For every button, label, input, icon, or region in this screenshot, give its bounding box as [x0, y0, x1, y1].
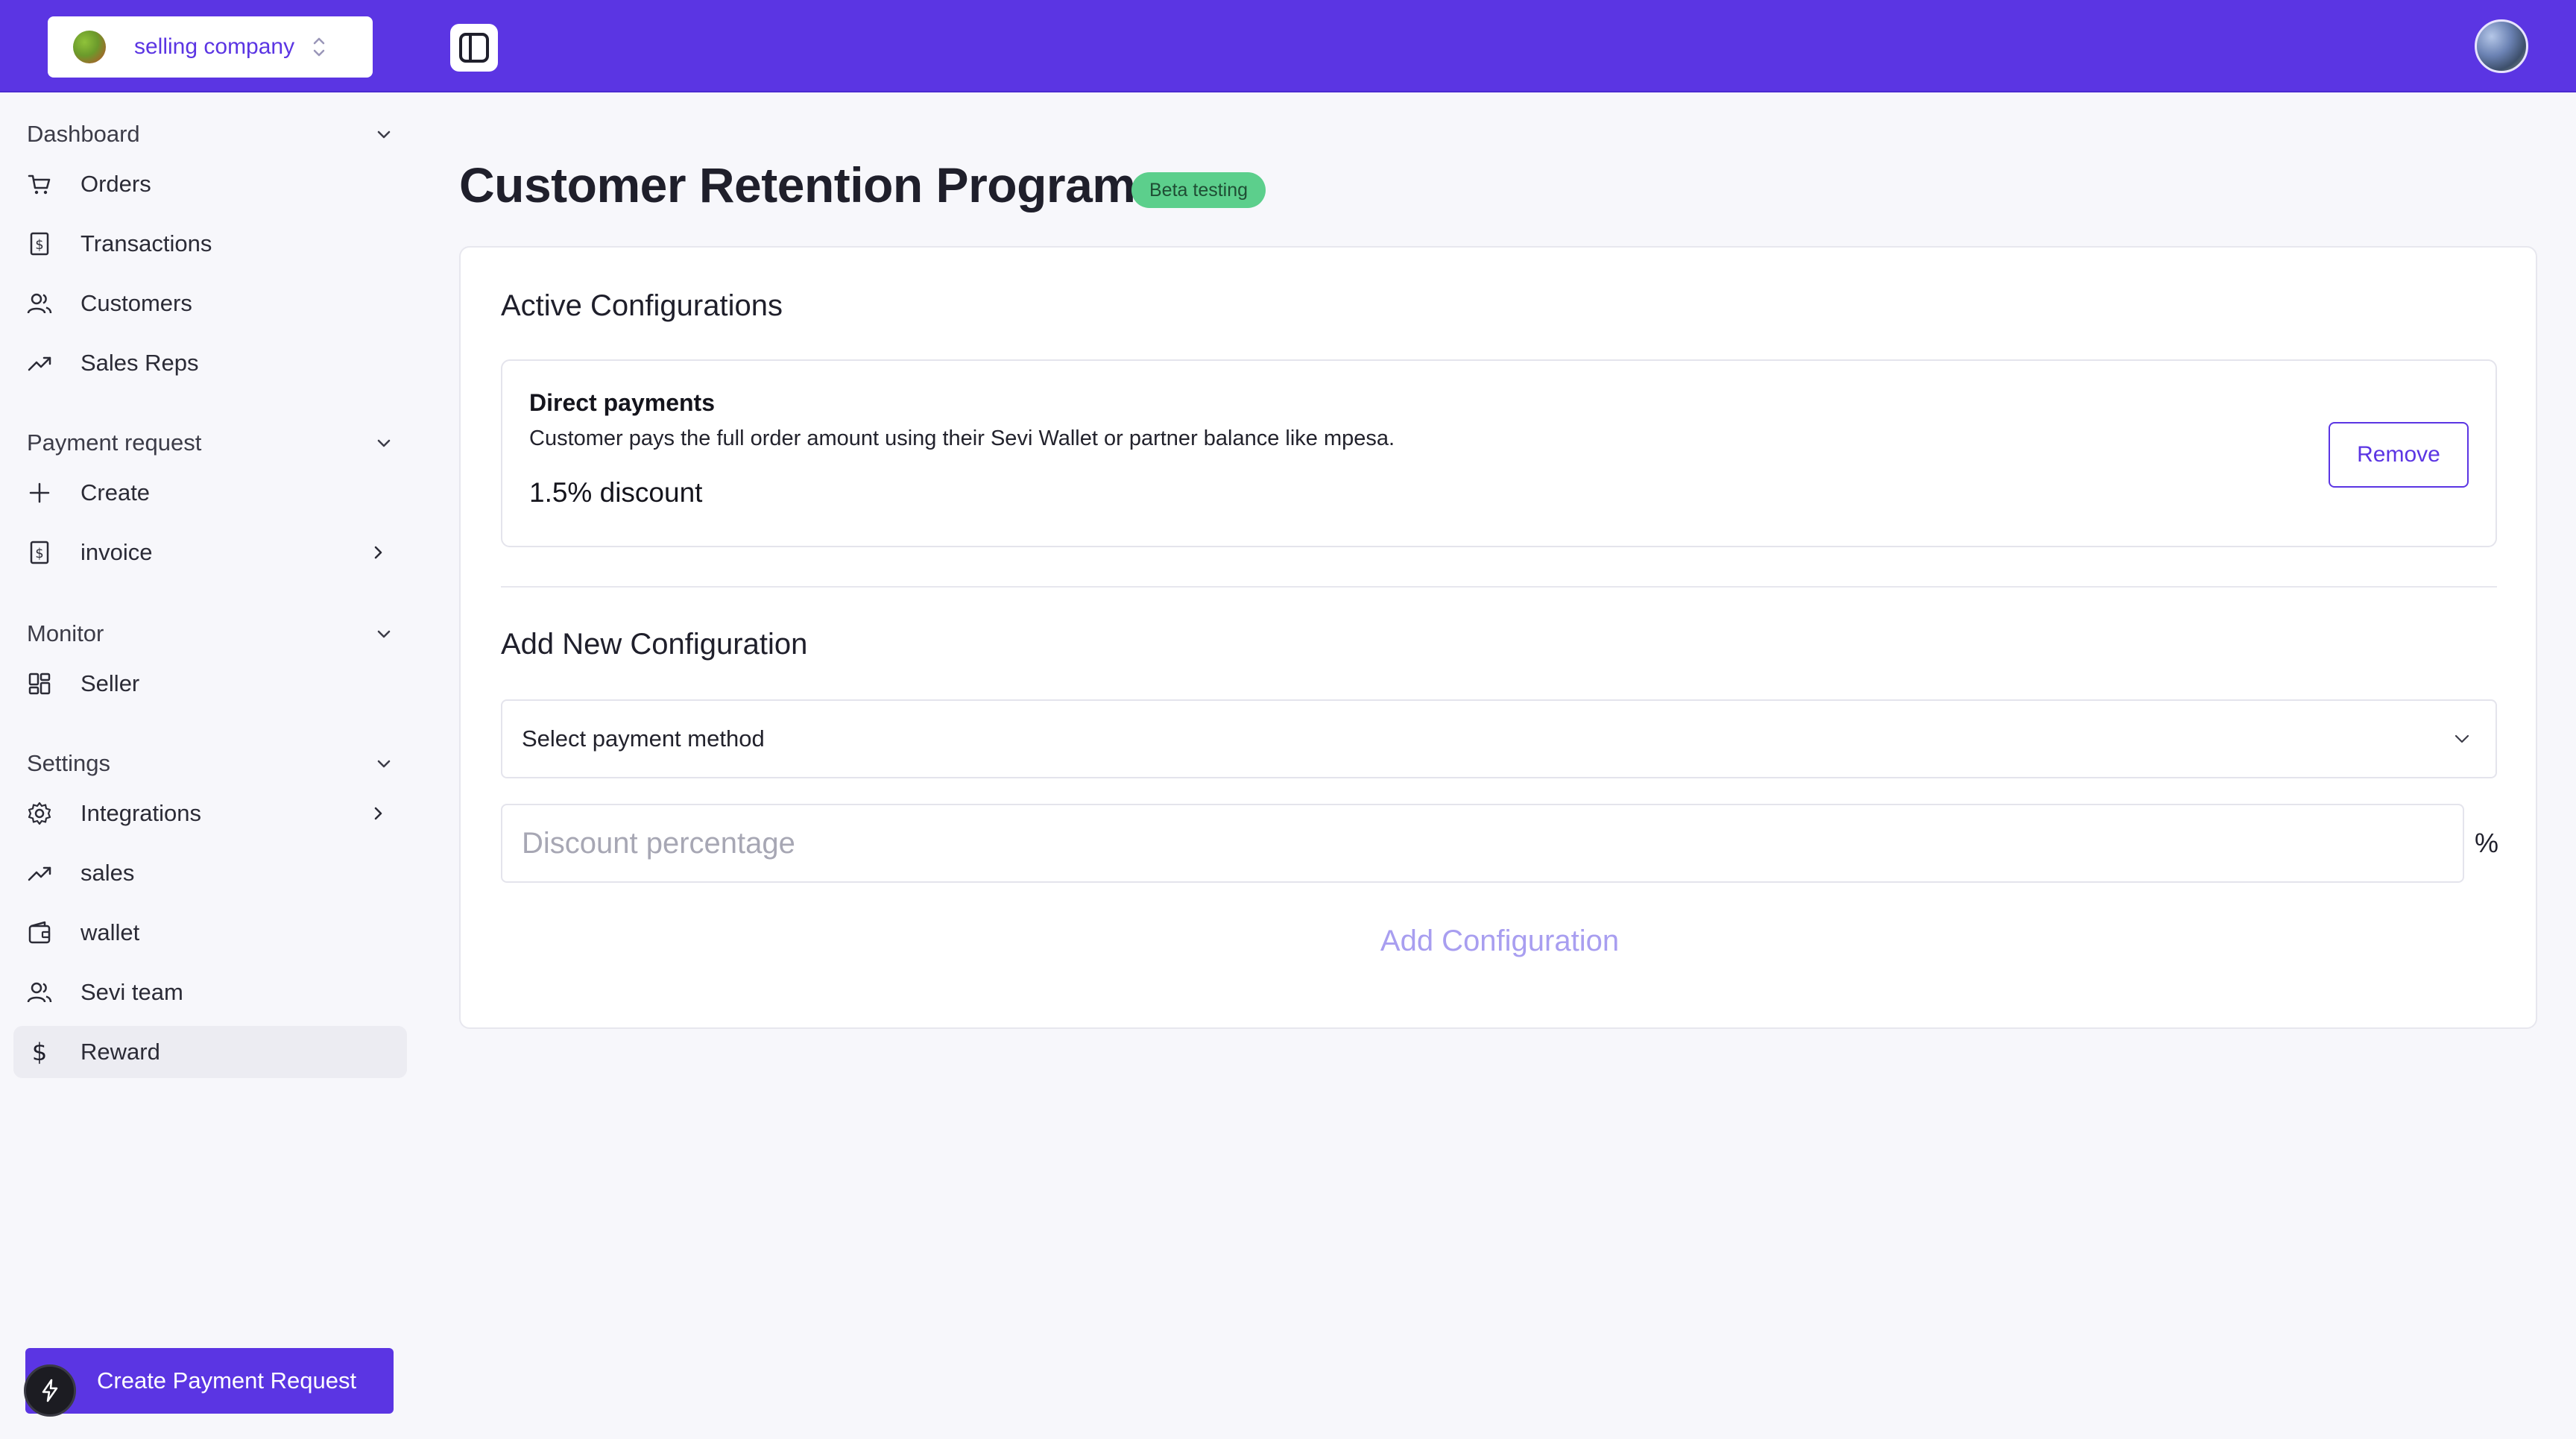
payment-method-select[interactable]: Select payment method	[501, 699, 2497, 778]
config-name: Direct payments	[529, 389, 715, 416]
remove-button[interactable]: Remove	[2329, 422, 2469, 488]
add-configuration-heading: Add New Configuration	[501, 628, 808, 661]
nav-group-monitor[interactable]: Monitor	[27, 614, 394, 653]
sidebar-item-label: sales	[80, 860, 135, 886]
nav-group-payment-request[interactable]: Payment request	[27, 423, 394, 462]
config-discount: 1.5% discount	[529, 477, 703, 508]
sidebar-item-seller[interactable]: Seller	[13, 658, 407, 710]
svg-text:$: $	[35, 237, 43, 253]
page-title: Customer Retention Program	[459, 157, 1136, 212]
top-bar: selling company	[0, 0, 2576, 92]
add-configuration-button[interactable]: Add Configuration	[1315, 919, 1685, 963]
wallet-icon	[27, 920, 52, 945]
sidebar-item-sevi-team[interactable]: Sevi team	[13, 966, 407, 1018]
nav-group-label: Monitor	[27, 620, 104, 646]
receipt-dollar-icon: $	[27, 231, 52, 256]
gear-icon	[27, 801, 52, 826]
retention-config-card: Active Configurations Direct payments Cu…	[459, 246, 2537, 1029]
chevron-down-icon	[377, 439, 391, 447]
cart-icon	[27, 171, 52, 197]
sidebar-item-label: wallet	[80, 919, 140, 945]
nav-group-settings[interactable]: Settings	[27, 744, 394, 783]
dashboard-grid-icon	[27, 671, 52, 696]
sidebar-item-label: Sales Reps	[80, 350, 199, 376]
dollar-icon: $	[27, 1039, 52, 1065]
nav-group-label: Settings	[27, 750, 111, 776]
sidebar-item-label: Reward	[80, 1039, 160, 1065]
sidebar-item-reward[interactable]: $ Reward	[13, 1026, 407, 1078]
sidebar-item-label: Seller	[80, 670, 140, 696]
sidebar: Dashboard Orders $ Transactions Customer…	[0, 92, 417, 1439]
sidebar-item-label: invoice	[80, 539, 153, 565]
divider	[501, 586, 2497, 588]
sidebar-item-sales-reps[interactable]: Sales Reps	[13, 337, 407, 389]
svg-text:$: $	[35, 546, 43, 561]
sidebar-item-orders[interactable]: Orders	[13, 158, 407, 210]
plus-icon	[27, 480, 52, 506]
users-icon	[27, 291, 52, 316]
panel-toggle-icon	[459, 33, 489, 63]
sidebar-item-wallet[interactable]: wallet	[13, 907, 407, 959]
sidebar-item-customers[interactable]: Customers	[13, 277, 407, 330]
chevron-right-icon	[365, 801, 391, 826]
sidebar-item-sales[interactable]: sales	[13, 847, 407, 899]
payment-method-select-value: Select payment method	[522, 725, 765, 752]
nav-group-label: Dashboard	[27, 121, 140, 147]
sidebar-item-label: Create	[80, 479, 151, 506]
create-payment-request-label: Create Payment Request	[97, 1367, 357, 1394]
user-avatar[interactable]	[2475, 19, 2528, 73]
discount-percentage-input[interactable]	[501, 804, 2464, 883]
sidebar-item-label: Orders	[80, 171, 151, 197]
svg-text:$: $	[32, 1039, 47, 1065]
status-badge: Beta testing	[1131, 172, 1266, 208]
sidebar-item-integrations[interactable]: Integrations	[13, 787, 407, 840]
active-config-item: Direct payments Customer pays the full o…	[501, 359, 2497, 547]
company-logo	[73, 31, 106, 63]
chevron-down-icon	[377, 630, 391, 638]
lightning-icon[interactable]	[24, 1364, 76, 1417]
sidebar-item-create[interactable]: Create	[13, 467, 407, 519]
receipt-dollar-icon: $	[27, 540, 52, 565]
chevron-down-icon	[377, 130, 391, 139]
users-icon	[27, 980, 52, 1005]
nav-group-label: Payment request	[27, 429, 202, 456]
active-configurations-heading: Active Configurations	[501, 289, 783, 322]
chevron-down-icon	[377, 760, 391, 768]
chevron-updown-icon	[313, 37, 325, 57]
sidebar-item-invoice[interactable]: $ invoice	[13, 526, 407, 579]
sidebar-item-label: Transactions	[80, 230, 212, 256]
trending-up-icon	[27, 350, 52, 376]
trending-up-icon	[27, 860, 52, 886]
nav-group-dashboard[interactable]: Dashboard	[27, 115, 394, 154]
sidebar-item-transactions[interactable]: $ Transactions	[13, 218, 407, 270]
sidebar-item-label: Integrations	[80, 800, 201, 826]
company-selector[interactable]: selling company	[48, 16, 373, 78]
sidebar-toggle-button[interactable]	[450, 24, 498, 72]
chevron-down-icon	[2455, 734, 2469, 743]
percent-symbol: %	[2475, 828, 2499, 858]
sidebar-item-label: Sevi team	[80, 979, 183, 1005]
sidebar-item-label: Customers	[80, 290, 192, 316]
create-payment-request-button[interactable]: Create Payment Request	[25, 1348, 394, 1414]
config-description: Customer pays the full order amount usin…	[529, 426, 1395, 450]
chevron-right-icon	[365, 540, 391, 565]
company-name: selling company	[134, 34, 295, 59]
